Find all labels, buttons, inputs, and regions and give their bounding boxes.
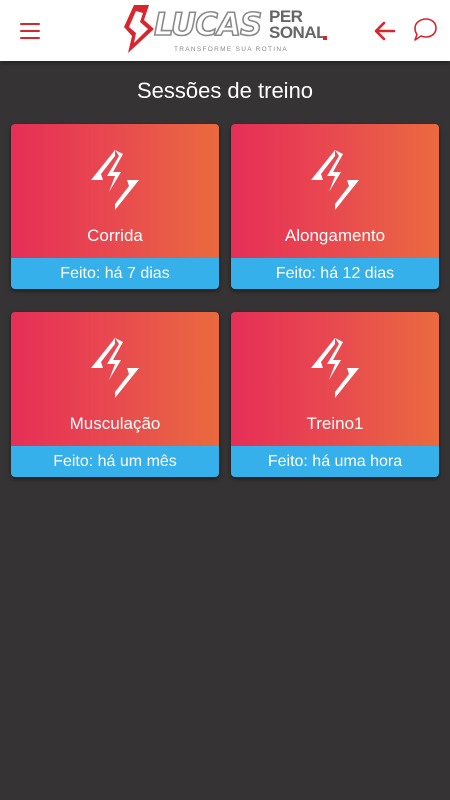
logo-sonal: SONAL [269,23,327,42]
logo-tagline: TRANSFORME SUA ROTINA [174,46,288,53]
bolt-icon [311,150,359,210]
bolt-icon [91,338,139,398]
card-title: Corrida [87,226,143,245]
card-status: Feito: há 7 dias [11,258,219,289]
logo-dot [323,36,327,40]
logo-name: LUCAS [153,6,263,44]
menu-button[interactable] [14,17,46,45]
card-status: Feito: há 12 dias [231,258,439,289]
session-card-4[interactable]: Treino1 Feito: há uma hora [231,312,439,477]
bolt-logo-icon [124,5,154,53]
chat-button[interactable] [411,16,439,44]
card-header: Treino1 [231,312,439,446]
arrow-left-icon [374,21,396,41]
session-card-3[interactable]: Musculação Feito: há um mês [11,312,219,477]
card-title: Musculação [69,414,161,433]
card-header: Corrida [11,124,219,258]
card-status: Feito: há uma hora [231,446,439,477]
card-status: Feito: há um mês [11,446,219,477]
back-button[interactable] [372,18,398,44]
bolt-icon [91,150,139,210]
session-card-2[interactable]: Alongamento Feito: há 12 dias [231,124,439,289]
chat-bubble-icon [414,18,437,41]
session-card-1[interactable]: Corrida Feito: há 7 dias [11,124,219,289]
menu-icon [20,23,40,26]
page-title: Sessões de treino [136,78,314,103]
brand-logo: LUCAS PER SONAL TRANSFORME SUA ROTINA [118,2,332,58]
app-header: LUCAS PER SONAL TRANSFORME SUA ROTINA [0,0,450,61]
bolt-icon [311,338,359,398]
card-title: Treino1 [306,414,364,433]
card-header: Alongamento [231,124,439,258]
card-title: Alongamento [284,226,386,245]
card-header: Musculação [11,312,219,446]
